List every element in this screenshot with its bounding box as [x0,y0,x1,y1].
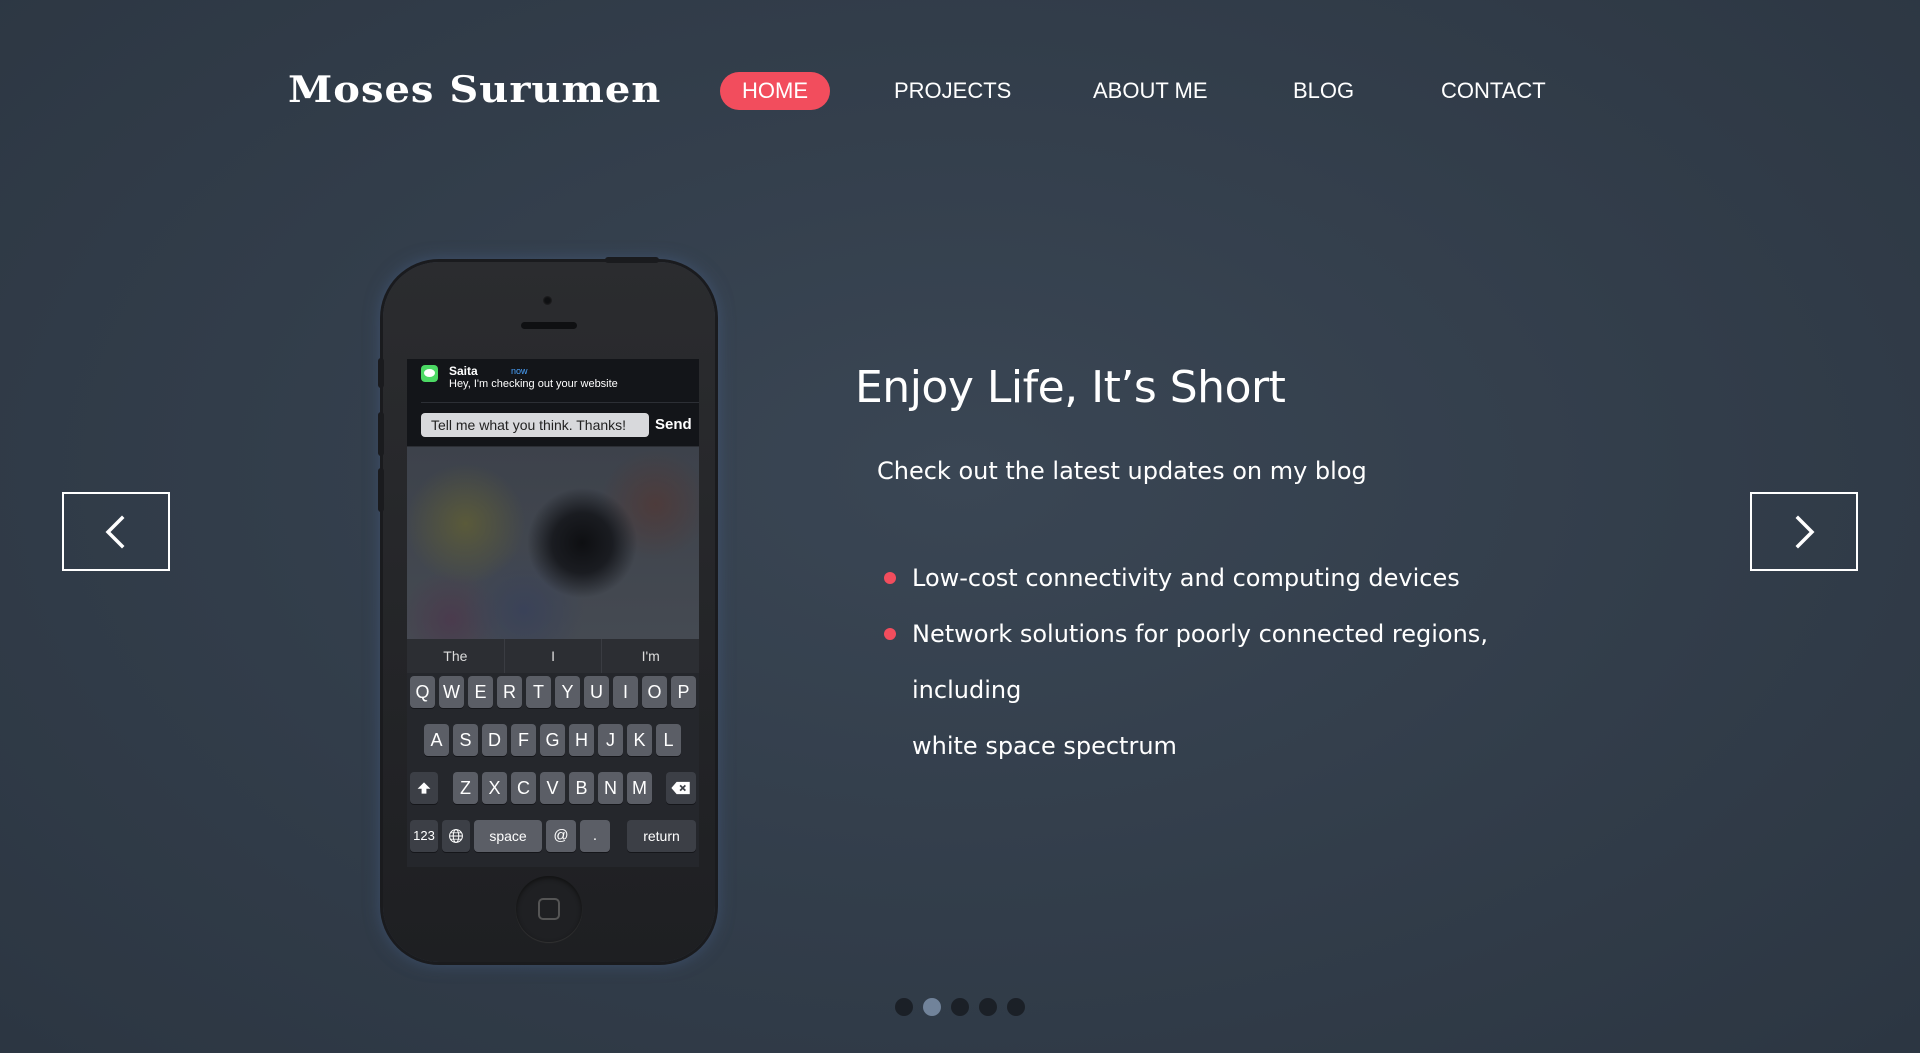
phone-mute-switch [378,358,384,388]
key-d: D [482,724,507,756]
key-o: O [642,676,667,708]
phone-mockup: Saita now Hey, I'm checking out your web… [378,257,715,962]
keyboard-suggestions: The I I'm [407,639,699,673]
prev-slide-button[interactable] [62,492,170,571]
slide-dot[interactable] [1007,998,1025,1016]
chevron-right-icon [1795,515,1815,548]
phone-screen: Saita now Hey, I'm checking out your web… [407,359,699,867]
at-key: @ [546,820,576,852]
backspace-key [666,772,696,804]
notification-time: now [511,366,528,376]
slide-pagination [895,998,1025,1016]
slide-dot[interactable] [979,998,997,1016]
feature-item: Network solutions for poorly connected r… [882,606,1602,718]
phone-speaker [521,322,577,329]
key-u: U [584,676,609,708]
notification-sender: Saita [449,364,478,378]
return-key: return [627,820,696,852]
key-q: Q [410,676,435,708]
phone-power-button [605,257,659,263]
key-e: E [468,676,493,708]
nav-item-projects[interactable]: PROJECTS [894,72,1011,110]
phone-home-button [516,876,582,942]
key-s: S [453,724,478,756]
key-l: L [656,724,681,756]
nav-item-contact[interactable]: CONTACT [1441,72,1546,110]
nav-item-home[interactable]: HOME [720,72,830,110]
slide-dot[interactable] [951,998,969,1016]
feature-item-continuation: white space spectrum [912,732,1177,760]
slide-dot[interactable] [895,998,913,1016]
nav-item-blog[interactable]: BLOG [1293,72,1354,110]
globe-icon [449,829,463,843]
notification-message: Hey, I'm checking out your website [449,378,618,390]
messages-icon [421,365,438,382]
key-k: K [627,724,652,756]
numbers-key: 123 [410,820,438,852]
suggestion-item: The [407,639,505,673]
shift-key [410,772,438,804]
key-f: F [511,724,536,756]
key-n: N [598,772,623,804]
key-t: T [526,676,551,708]
key-g: G [540,724,565,756]
home-square-icon [538,898,560,920]
feature-list: Low-cost connectivity and computing devi… [882,550,1602,774]
notification-divider [421,402,699,403]
space-key: space [474,820,542,852]
chevron-left-icon [105,515,125,548]
key-a: A [424,724,449,756]
reply-input: Tell me what you think. Thanks! [421,413,649,437]
key-v: V [540,772,565,804]
key-i: I [613,676,638,708]
send-button: Send [655,416,692,433]
key-r: R [497,676,522,708]
key-p: P [671,676,696,708]
nav-item-about-me[interactable]: ABOUT ME [1093,72,1208,110]
on-screen-keyboard: 123 space @ . return QWERTYUIOP ASDFGHJKL… [407,673,699,867]
key-b: B [569,772,594,804]
suggestion-item: I'm [641,648,660,664]
shift-arrow-icon [417,782,431,794]
key-w: W [439,676,464,708]
next-slide-button[interactable] [1750,492,1858,571]
key-x: X [482,772,507,804]
key-h: H [569,724,594,756]
key-j: J [598,724,623,756]
key-m: M [627,772,652,804]
globe-key [442,820,470,852]
site-logo[interactable]: Moses Surumen [288,68,661,111]
key-c: C [511,772,536,804]
key-z: Z [453,772,478,804]
blurred-wallpaper [407,447,699,639]
slide-headline: Enjoy Life, It’s Short [855,362,1286,413]
phone-camera [543,296,552,305]
backspace-icon [671,781,690,795]
period-key: . [580,820,610,852]
key-y: Y [555,676,580,708]
phone-volume-down [378,468,384,512]
slide-dot[interactable] [923,998,941,1016]
feature-item: Low-cost connectivity and computing devi… [882,550,1602,606]
phone-volume-up [378,412,384,456]
slide-subline: Check out the latest updates on my blog [877,457,1367,485]
message-notification: Saita now Hey, I'm checking out your web… [407,359,699,447]
suggestion-item: I [505,639,603,673]
